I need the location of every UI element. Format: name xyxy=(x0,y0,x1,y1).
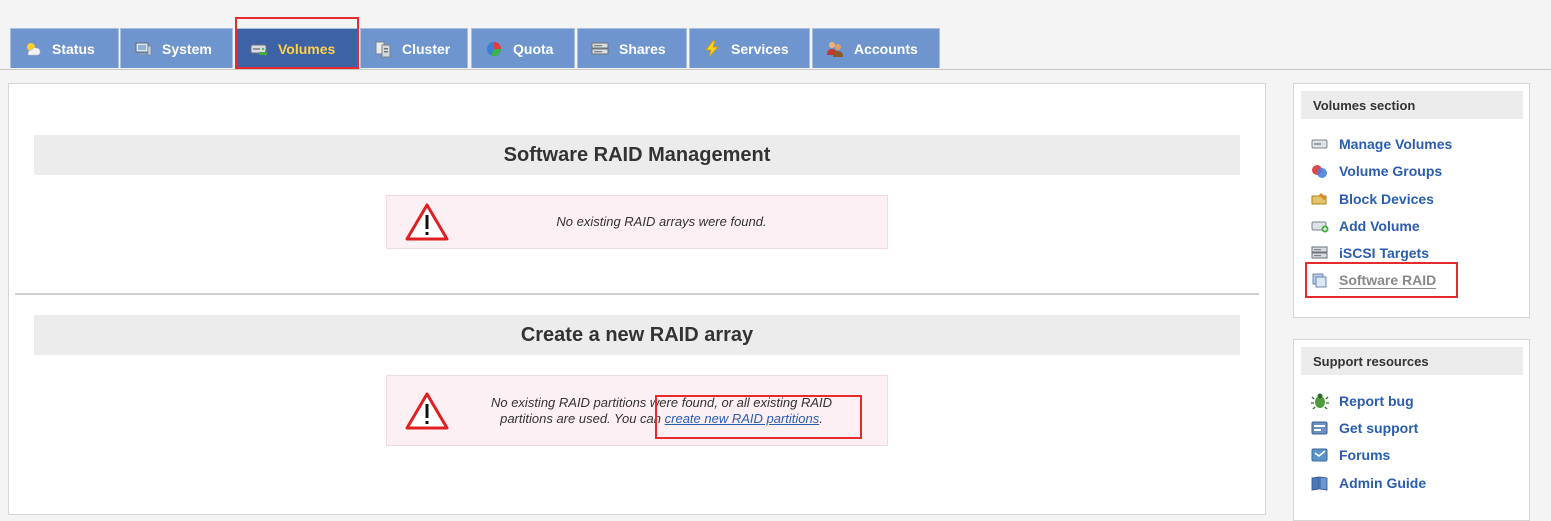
server-icon xyxy=(591,40,609,58)
no-raid-arrays-text: No existing RAID arrays were found. xyxy=(556,214,767,229)
sidebar-item-label: iSCSI Targets xyxy=(1339,245,1429,261)
tab-label: Status xyxy=(52,40,95,57)
iscsi-icon xyxy=(1311,245,1329,261)
cluster-icon xyxy=(374,40,392,58)
message-line-1: No existing RAID partitions were found, … xyxy=(490,394,833,410)
volumes-section-header: Volumes section xyxy=(1301,91,1523,119)
sidebar-item-label: Add Volume xyxy=(1339,218,1420,234)
sidebar-item-label: Forums xyxy=(1339,447,1391,463)
pie-chart-icon xyxy=(485,40,503,58)
tab-label: System xyxy=(162,40,212,57)
main-content-panel: Software RAID Management No existing RAI… xyxy=(8,83,1266,515)
sidebar-item-volume-groups[interactable]: Volume Groups xyxy=(1311,161,1442,181)
tab-label: Cluster xyxy=(402,40,451,57)
bug-icon xyxy=(1311,393,1329,409)
no-raid-partitions-message: No existing RAID partitions were found, … xyxy=(386,375,888,446)
raid-management-title: Software RAID Management xyxy=(34,135,1240,175)
tab-quota[interactable]: Quota xyxy=(471,28,575,68)
sidebar-item-label: Volume Groups xyxy=(1339,163,1443,179)
support-icon xyxy=(1311,420,1329,436)
raid-icon xyxy=(1311,272,1329,288)
sidebar-item-manage-volumes[interactable]: Manage Volumes xyxy=(1311,134,1452,154)
tab-label: Accounts xyxy=(854,40,918,57)
block-devices-icon xyxy=(1311,191,1329,207)
sidebar-item-software-raid[interactable]: Software RAID xyxy=(1311,270,1437,290)
tab-status[interactable]: Status xyxy=(10,28,119,68)
tab-shares[interactable]: Shares xyxy=(577,28,687,68)
tab-services[interactable]: Services xyxy=(689,28,810,68)
no-raid-arrays-message: No existing RAID arrays were found. xyxy=(386,195,888,249)
drive-icon xyxy=(250,40,268,58)
message-line-2: partitions are used. You can xyxy=(500,410,665,426)
volumes-section-panel: Volumes section Manage Volumes Volume Gr… xyxy=(1293,83,1530,318)
create-raid-title: Create a new RAID array xyxy=(34,315,1240,355)
tab-label: Services xyxy=(731,40,789,57)
warning-icon xyxy=(404,391,450,431)
sidebar-item-label: Block Devices xyxy=(1339,191,1434,207)
create-raid-partitions-link[interactable]: create new RAID partitions xyxy=(665,411,820,426)
sidebar-item-admin-guide[interactable]: Admin Guide xyxy=(1311,473,1426,493)
sidebar-item-label: Manage Volumes xyxy=(1339,136,1453,152)
sidebar-item-get-support[interactable]: Get support xyxy=(1311,418,1418,438)
sidebar-item-label: Get support xyxy=(1339,420,1419,436)
book-icon xyxy=(1311,475,1329,491)
warning-icon xyxy=(404,202,450,242)
sidebar-item-forums[interactable]: Forums xyxy=(1311,445,1390,465)
no-raid-partitions-text: No existing RAID partitions were found, … xyxy=(450,395,887,427)
sidebar-item-label: Admin Guide xyxy=(1339,475,1427,491)
sidebar-item-iscsi-targets[interactable]: iSCSI Targets xyxy=(1311,243,1429,263)
main-navigation-tabs: Status System Volumes Cluster Quota Shar… xyxy=(0,0,1551,70)
sidebar-item-label: Report bug xyxy=(1339,393,1414,409)
tab-accounts[interactable]: Accounts xyxy=(812,28,940,68)
tab-label: Shares xyxy=(619,40,666,57)
lightning-icon xyxy=(703,40,721,58)
message-suffix: . xyxy=(819,410,823,426)
volume-groups-icon xyxy=(1311,163,1329,179)
tab-system[interactable]: System xyxy=(120,28,233,68)
users-icon xyxy=(826,40,844,58)
tab-cluster[interactable]: Cluster xyxy=(360,28,468,68)
tab-label: Quota xyxy=(513,40,554,57)
tab-label: Volumes xyxy=(278,40,336,57)
sidebar-item-add-volume[interactable]: Add Volume xyxy=(1311,216,1420,236)
support-resources-header: Support resources xyxy=(1301,347,1523,375)
section-divider xyxy=(15,293,1259,295)
tab-volumes[interactable]: Volumes xyxy=(236,28,358,68)
support-resources-panel: Support resources Report bug Get support… xyxy=(1293,339,1530,521)
drive-icon xyxy=(1311,136,1329,152)
add-volume-icon xyxy=(1311,218,1329,234)
weather-icon xyxy=(24,40,42,58)
sidebar-item-report-bug[interactable]: Report bug xyxy=(1311,391,1414,411)
computer-icon xyxy=(134,40,152,58)
forums-icon xyxy=(1311,447,1329,463)
sidebar-item-block-devices[interactable]: Block Devices xyxy=(1311,189,1434,209)
sidebar-item-label: Software RAID xyxy=(1339,271,1437,289)
